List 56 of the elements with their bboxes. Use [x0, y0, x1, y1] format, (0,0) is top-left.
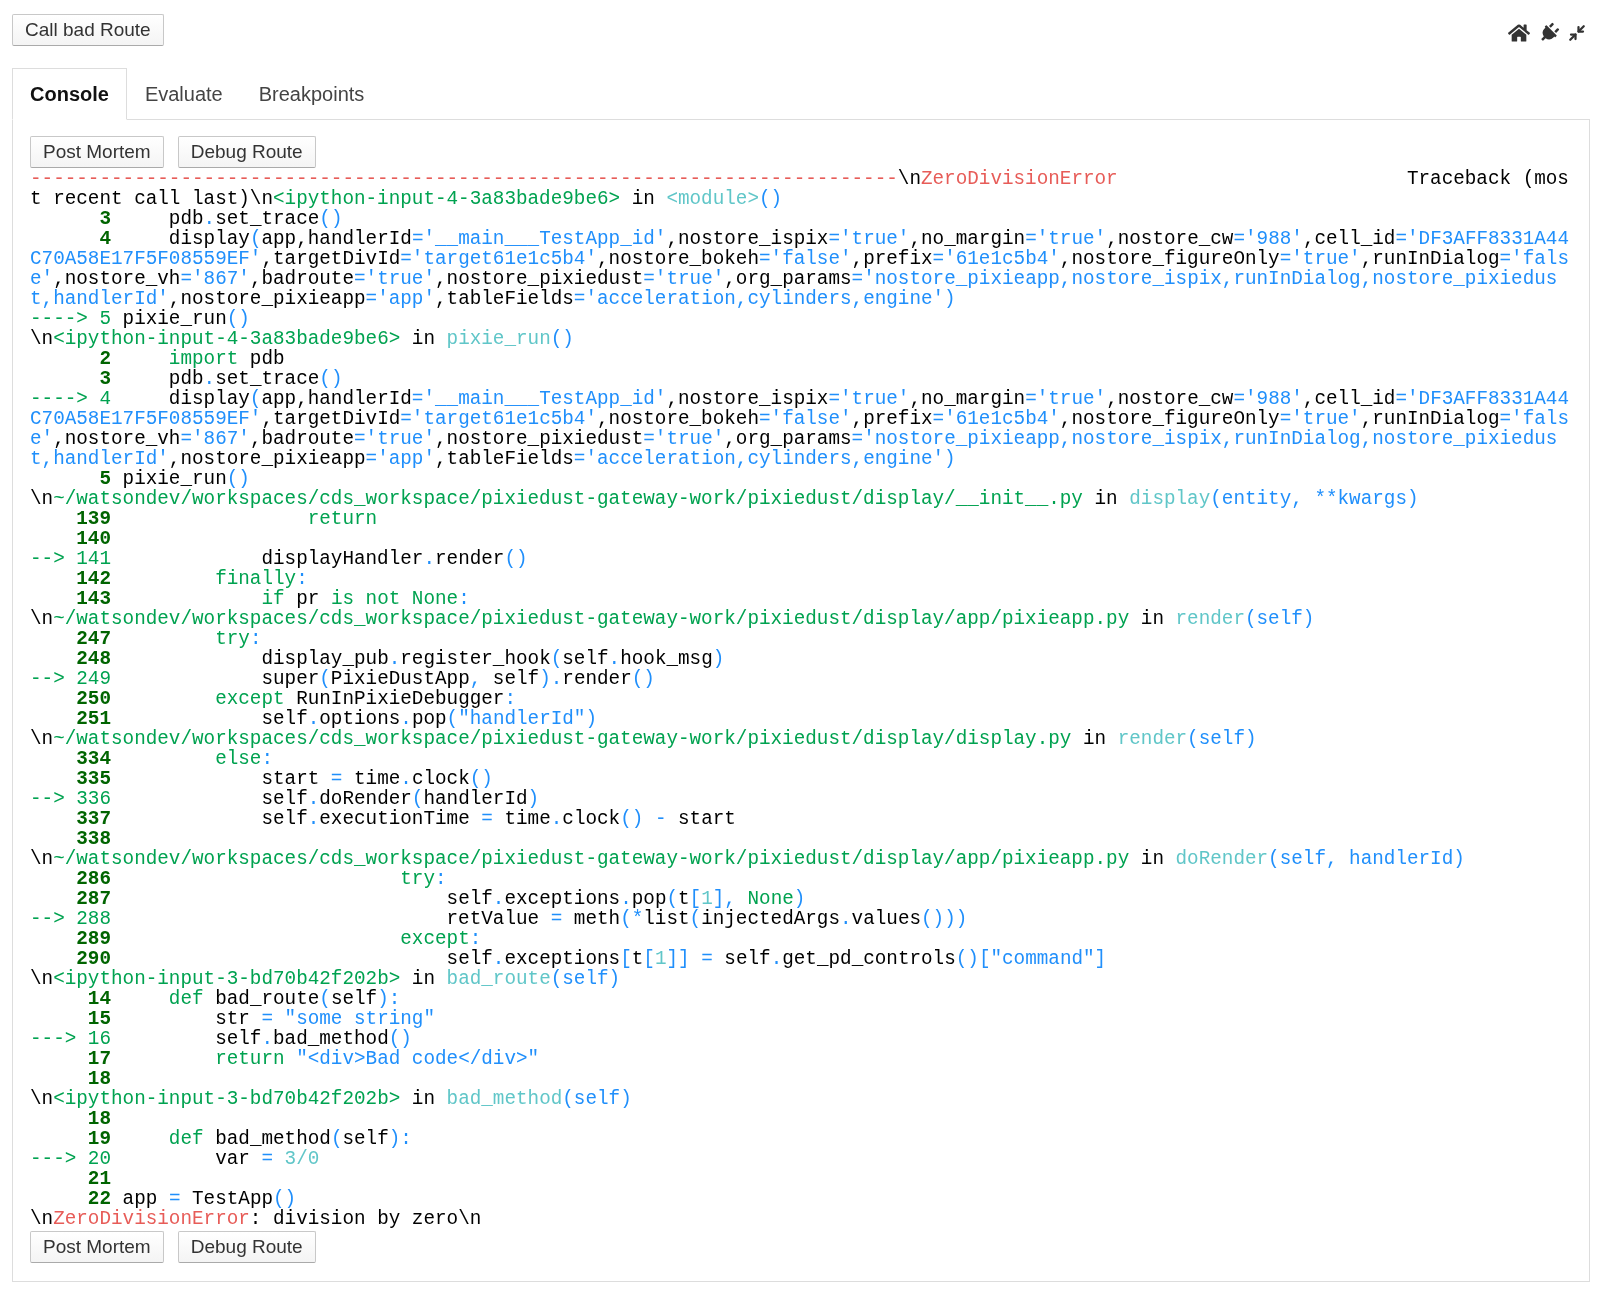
traceback-line: --> 141 displayHandler.render() — [30, 549, 529, 569]
debug-route-button[interactable]: Debug Route — [177, 136, 316, 168]
traceback-line: \n~/watsondev/workspaces/cds_workspace/pixiedust-gateway-work/pixiedust/display/display.py in render(self) — [30, 729, 1258, 749]
traceback-line: 290 self.exceptions[t[1]] = self.get_pd_controls()["command"] — [76, 949, 1108, 969]
traceback-line: 17 return "<div>Bad code</div>" — [86, 1049, 541, 1069]
traceback-line: 140 — [75, 529, 112, 549]
post-mortem-button[interactable]: Post Mortem — [30, 136, 164, 168]
traceback-line: 247 try: — [75, 629, 262, 649]
traceback-line: ---> 16 self.bad_method() — [30, 1029, 412, 1049]
traceback-line: --> 288 retValue = meth(*list(injectedArgs.values())) — [30, 909, 969, 929]
traceback-line: 338 — [76, 829, 111, 849]
home-icon[interactable] — [1508, 22, 1530, 44]
post-mortem-button[interactable]: Post Mortem — [30, 1231, 164, 1263]
traceback-line: 143 if pr is not None: — [76, 589, 470, 609]
traceback-line: ---------------------------------------------------------------------------\nZeroDivisionError Traceback (most recent call last)\n<ipython-input-4-3a83bade9be6> in <module>() — [30, 169, 1570, 209]
traceback-line: 14 def bad_route(self): — [87, 989, 401, 1009]
traceback-line: \n~/watsondev/workspaces/cds_workspace/pixiedust-gateway-work/pixiedust/display/app/pixieapp.py in doRender(self, handlerId) — [30, 849, 1466, 869]
traceback-line: 21 — [86, 1169, 112, 1189]
traceback-line: \n<ipython-input-3-bd70b42f202b> in bad_method(self) — [30, 1089, 633, 1109]
traceback-line: ----> 5 pixie_run() — [30, 309, 250, 329]
traceback-line: \n~/watsondev/workspaces/cds_workspace/pixiedust-gateway-work/pixiedust/display/__init__.py in display(entity, **kwargs) — [30, 489, 1420, 509]
call-bad-route-button[interactable]: Call bad Route — [12, 14, 164, 46]
traceback-line: 287 self.exceptions.pop(t[1], None) — [75, 889, 806, 909]
traceback-line: --> 249 super(PixieDustApp, self).render() — [30, 669, 655, 689]
traceback-line: 5 pixie_run() — [99, 469, 250, 489]
traceback-line: 251 self.options.pop("handlerId") — [76, 709, 597, 729]
traceback-line: 18 — [86, 1109, 112, 1129]
traceback-line: 3 pdb.set_trace() — [98, 369, 343, 389]
traceback-line: 19 def bad_method(self): — [86, 1129, 413, 1149]
traceback-line: 2 import pdb — [99, 349, 285, 369]
collapse-arrows-icon[interactable] — [1568, 24, 1586, 42]
traceback-line: 337 self.executionTime = time.clock() - start — [75, 809, 737, 829]
traceback-line: \n~/watsondev/workspaces/cds_workspace/pixiedust-gateway-work/pixiedust/display/app/pixieapp.py in render(self) — [30, 609, 1316, 629]
tab[interactable]: Breakpoints — [240, 68, 383, 120]
traceback-line: 142 finally: — [75, 569, 308, 589]
traceback-line: 15 str = "some string" — [86, 1009, 436, 1029]
tab[interactable]: Evaluate — [126, 68, 241, 120]
traceback-line: 286 try: — [75, 869, 448, 889]
debug-route-button[interactable]: Debug Route — [177, 1231, 316, 1263]
traceback-line: ----> 4 display(app,handlerId='__main___TestApp_id',nostore_ispix='true',no_margin='true',nostore_cw='988',cell_id='DF3AFF8331A44C70A58E17F5F08559EF',targetDivId='target61e1c5b4',nostore_bokeh='false',prefix='61e1c5b4',nostore_figureOnly='true',runInDialog='false',nostore_vh='867',badroute='true',nostore_pixiedust='true',org_params='nostore_pixieapp,nostore_ispix,runInDialog,nostore_pixiedust,handlerId',nostore_pixieapp='app',tableFields='acceleration,cylinders,engine') — [30, 389, 1570, 469]
traceback-line: ---> 20 var = 3/0 — [30, 1149, 321, 1169]
traceback-line: 18 — [87, 1069, 111, 1089]
traceback-line: \n<ipython-input-3-bd70b42f202b> in bad_route(self) — [30, 969, 622, 989]
traceback-line: \n<ipython-input-4-3a83bade9be6> in pixie_run() — [30, 329, 575, 349]
traceback-line: 139 return — [75, 509, 379, 529]
traceback-line: 334 else: — [76, 749, 273, 769]
tab[interactable]: Console — [12, 68, 127, 120]
traceback-line: --> 336 self.doRender(handlerId) — [30, 789, 540, 809]
traceback-line: 3 pdb.set_trace() — [98, 209, 343, 229]
traceback-line: \nZeroDivisionError: division by zero\n — [30, 1209, 483, 1229]
traceback-line: 250 except RunInPixieDebugger: — [75, 689, 516, 709]
traceback-line: 22 app = TestApp() — [87, 1189, 297, 1209]
traceback-line: 4 display(app,handlerId='__main___TestApp_id',nostore_ispix='true',no_margin='true',nostore_cw='988',cell_id='DF3AFF8331A44C70A58E17F5F08559EF',targetDivId='target61e1c5b4',nostore_bokeh='false',prefix='61e1c5b4',nostore_figureOnly='true',runInDialog='false',nostore_vh='867',badroute='true',nostore_pixiedust='true',org_params='nostore_pixieapp,nostore_ispix,runInDialog,nostore_pixiedust,handlerId',nostore_pixieapp='app',tableFields='acceleration,cylinders,engine') — [30, 229, 1570, 309]
traceback-line: 289 except: — [75, 929, 482, 949]
traceback-line: 335 start = time.clock() — [75, 769, 493, 789]
traceback-line: 248 display_pub.register_hook(self.hook_msg) — [75, 649, 726, 669]
